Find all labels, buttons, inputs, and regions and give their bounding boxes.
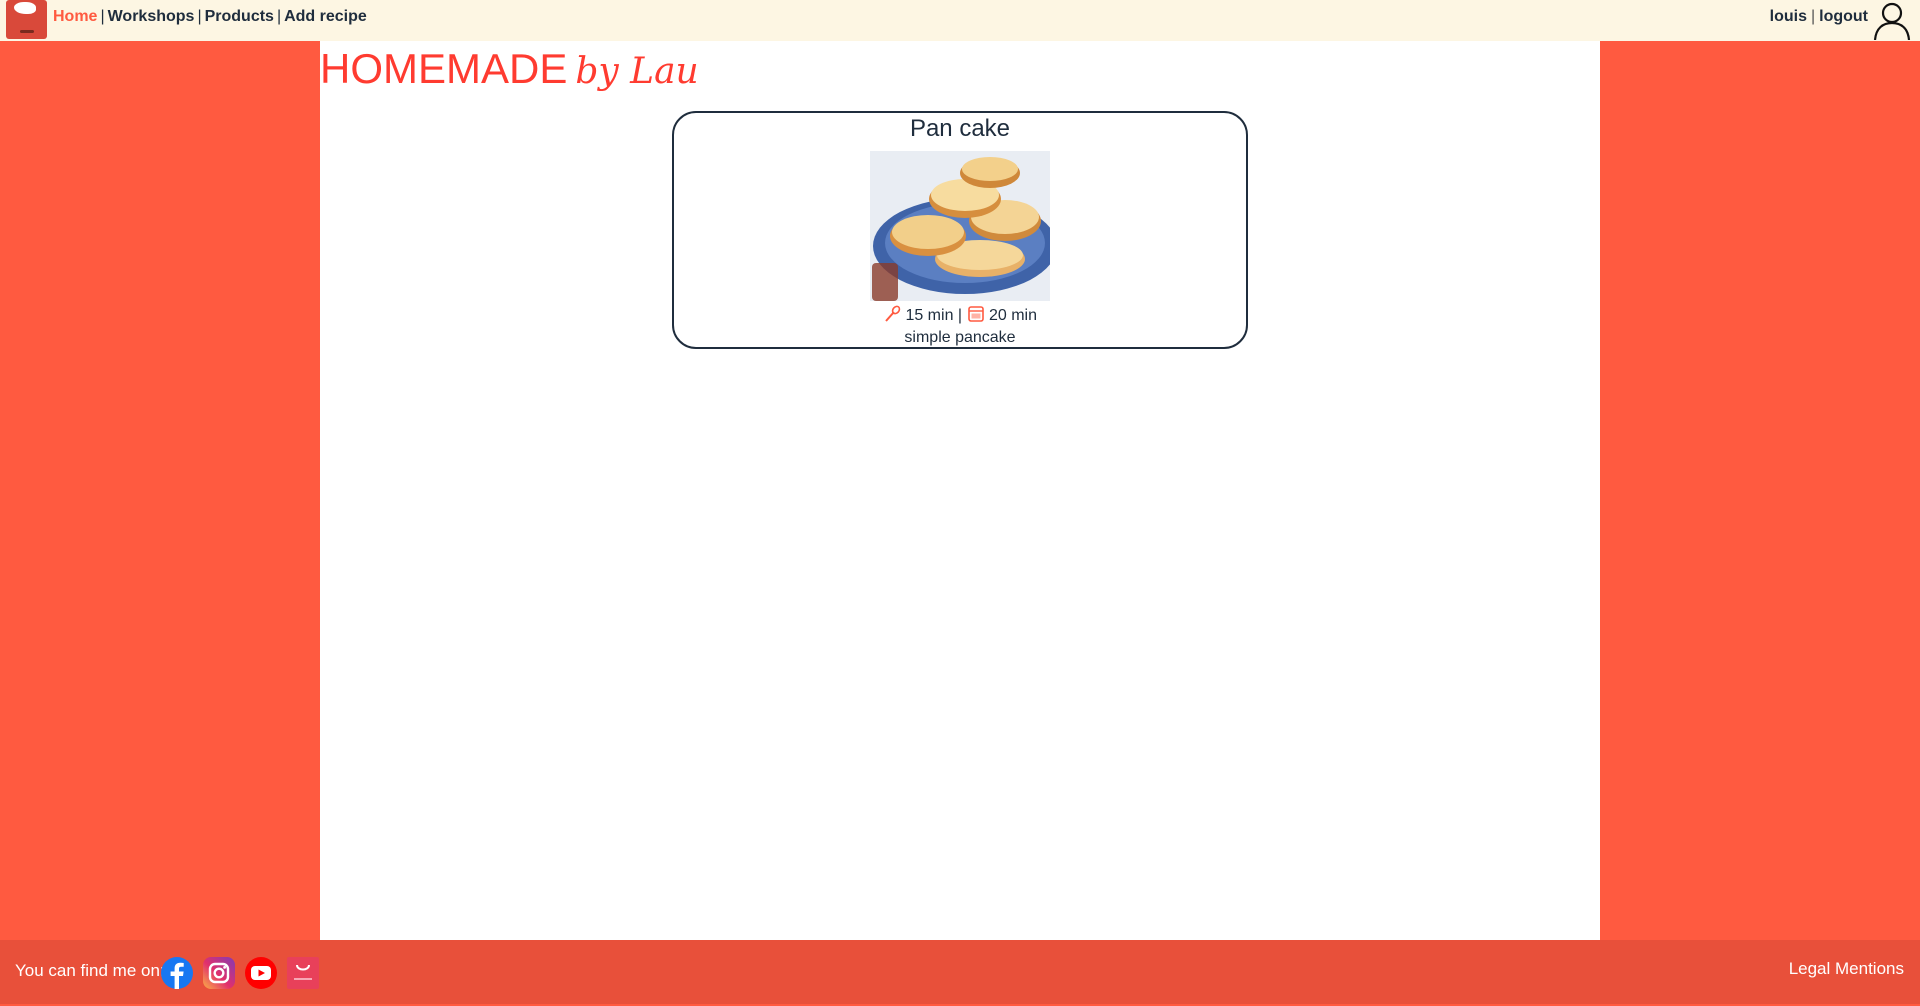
recipe-times: 15 min | 20 min (674, 305, 1246, 327)
instagram-icon[interactable] (202, 956, 236, 990)
top-navbar: Home | Workshops | Products | Add recipe louis… (0, 0, 1920, 41)
logo-base-shape (20, 30, 34, 33)
user-menu: louis | logout (1770, 0, 1868, 34)
find-me-label: You can find me on: (15, 961, 165, 980)
nav-home[interactable]: Home (53, 8, 97, 25)
pancake-photo (870, 151, 1050, 301)
cook-time: 20 min (988, 307, 1038, 324)
nav-workshops[interactable]: Workshops (108, 8, 195, 25)
recipe-card[interactable]: Pan cake 15 min | 20 min simple pancake (672, 111, 1248, 349)
username-link[interactable]: louis (1770, 8, 1807, 25)
prep-time: 15 min (905, 307, 954, 324)
main-content: HOMEMADE by Lau Pan cake 15 min | 20 min… (320, 41, 1600, 940)
nav-separator: | (276, 8, 282, 25)
nav-separator: | (197, 8, 202, 25)
nav-separator: | (100, 8, 105, 25)
oven-icon (967, 306, 984, 322)
user-separator: | (1810, 8, 1816, 25)
recipe-description: simple pancake (904, 329, 1016, 346)
logo-bird-shape (14, 2, 36, 14)
footer: You can find me on: Legal Mentions (0, 940, 1920, 1004)
homemade-icon[interactable] (286, 956, 320, 990)
site-title-suffix: by Lau (575, 51, 699, 92)
homemade-logo[interactable] (6, 0, 47, 39)
logout-link[interactable]: logout (1819, 8, 1868, 25)
facebook-icon[interactable] (160, 956, 194, 990)
nav-add-recipe[interactable]: Add recipe (284, 8, 367, 25)
site-title-main: HOMEMADE (320, 45, 568, 92)
times-separator: | (957, 307, 963, 324)
user-icon[interactable] (1872, 0, 1912, 40)
youtube-icon[interactable] (244, 956, 278, 990)
site-title: HOMEMADE by Lau (320, 45, 699, 93)
whisk-icon (885, 305, 901, 322)
recipe-title: Pan cake (909, 115, 1011, 142)
legal-mentions-link[interactable]: Legal Mentions (1789, 959, 1904, 979)
nav-products[interactable]: Products (205, 8, 274, 25)
main-nav: Home | Workshops | Products | Add recipe (53, 0, 367, 34)
